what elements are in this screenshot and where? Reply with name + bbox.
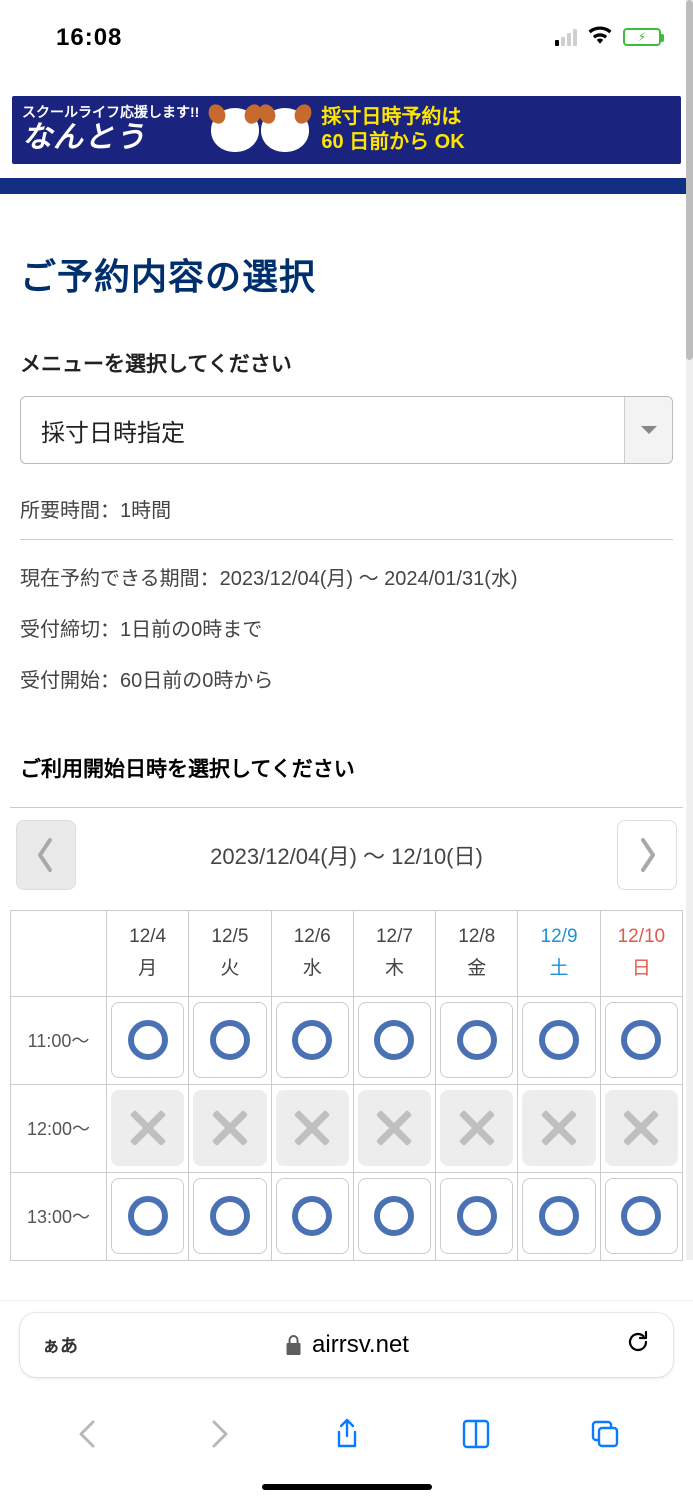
slot-full xyxy=(605,1090,678,1166)
banner-brand: なんとう xyxy=(22,122,199,154)
slot-available[interactable] xyxy=(440,1178,513,1254)
page-scrollbar[interactable] xyxy=(686,0,693,1260)
status-time: 16:08 xyxy=(56,24,122,52)
banner-mascot xyxy=(211,108,309,152)
cross-icon xyxy=(623,1110,659,1146)
status-icons: ⚡︎ xyxy=(555,24,661,49)
circle-icon xyxy=(210,1196,250,1236)
slot-full xyxy=(193,1090,266,1166)
day-header: 12/10日 xyxy=(600,911,682,997)
menu-prompt: メニューを選択してください xyxy=(20,348,673,378)
slot-full xyxy=(111,1090,184,1166)
lock-icon xyxy=(284,1334,302,1356)
next-week-button[interactable] xyxy=(617,820,677,890)
slot-full xyxy=(440,1090,513,1166)
slot-available[interactable] xyxy=(605,1002,678,1078)
dropdown-value: 採寸日時指定 xyxy=(41,413,185,448)
circle-icon xyxy=(621,1020,661,1060)
slot-available[interactable] xyxy=(111,1178,184,1254)
slot-available[interactable] xyxy=(111,1002,184,1078)
day-header: 12/7木 xyxy=(353,911,435,997)
url-field[interactable]: ぁあ airrsv.net xyxy=(20,1313,673,1377)
slot-full xyxy=(276,1090,349,1166)
circle-icon xyxy=(292,1020,332,1060)
back-button[interactable] xyxy=(65,1410,113,1458)
day-header: 12/9土 xyxy=(518,911,600,997)
forward-button[interactable] xyxy=(194,1410,242,1458)
circle-icon xyxy=(128,1020,168,1060)
day-header: 12/4月 xyxy=(107,911,189,997)
page-title: ご予約内容の選択 xyxy=(20,248,673,300)
slot-available[interactable] xyxy=(276,1178,349,1254)
circle-icon xyxy=(292,1196,332,1236)
prev-week-button[interactable] xyxy=(16,820,76,890)
share-button[interactable] xyxy=(323,1410,371,1458)
time-label: 11:00〜 xyxy=(11,996,107,1084)
text-size-button[interactable]: ぁあ xyxy=(42,1332,78,1358)
circle-icon xyxy=(539,1020,579,1060)
info-deadline: 受付締切：1日前の0時まで xyxy=(20,613,673,642)
ios-status-bar: 16:08 ⚡︎ xyxy=(0,0,693,78)
circle-icon xyxy=(539,1196,579,1236)
day-header: 12/5火 xyxy=(189,911,271,997)
week-navigation: 2023/12/04(月) 〜 12/10(日) xyxy=(10,807,683,910)
cross-icon xyxy=(541,1110,577,1146)
availability-table: 12/4月12/5火12/6水12/7木12/8金12/9土12/10日 11:… xyxy=(10,910,683,1261)
cross-icon xyxy=(376,1110,412,1146)
cross-icon xyxy=(130,1110,166,1146)
battery-icon: ⚡︎ xyxy=(623,28,661,46)
safari-url-bar: ぁあ airrsv.net xyxy=(0,1300,693,1388)
circle-icon xyxy=(457,1196,497,1236)
circle-icon xyxy=(210,1020,250,1060)
tabs-button[interactable] xyxy=(581,1410,629,1458)
day-header: 12/6水 xyxy=(271,911,353,997)
info-start: 受付開始：60日前の0時から xyxy=(20,664,673,693)
slot-full xyxy=(358,1090,431,1166)
week-range: 2023/12/04(月) 〜 12/10(日) xyxy=(210,839,483,871)
day-header: 12/8金 xyxy=(436,911,518,997)
circle-icon xyxy=(128,1196,168,1236)
cross-icon xyxy=(212,1110,248,1146)
divider-strip xyxy=(0,178,693,194)
time-label: 13:00〜 xyxy=(11,1172,107,1260)
home-indicator[interactable] xyxy=(262,1484,432,1490)
slot-available[interactable] xyxy=(440,1002,513,1078)
promo-banner[interactable]: スクールライフ応援します!! なんとう 採寸日時予約は 60 日前から OK xyxy=(12,96,681,164)
slot-full xyxy=(522,1090,595,1166)
banner-promo-line: 60 日前から OK xyxy=(321,130,671,155)
info-duration: 所要時間：1時間 xyxy=(20,494,673,540)
slot-available[interactable] xyxy=(193,1178,266,1254)
bookmarks-button[interactable] xyxy=(452,1410,500,1458)
slot-available[interactable] xyxy=(193,1002,266,1078)
slot-available[interactable] xyxy=(358,1178,431,1254)
date-prompt: ご利用開始日時を選択してください xyxy=(20,753,673,783)
time-label: 12:00〜 xyxy=(11,1084,107,1172)
chevron-down-icon xyxy=(624,397,672,463)
circle-icon xyxy=(374,1196,414,1236)
safari-toolbar xyxy=(0,1388,693,1500)
menu-dropdown[interactable]: 採寸日時指定 xyxy=(20,396,673,464)
slot-available[interactable] xyxy=(522,1002,595,1078)
banner-tagline: スクールライフ応援します!! xyxy=(22,105,199,120)
circle-icon xyxy=(457,1020,497,1060)
page-url: airrsv.net xyxy=(284,1331,409,1359)
slot-available[interactable] xyxy=(522,1178,595,1254)
slot-available[interactable] xyxy=(605,1178,678,1254)
circle-icon xyxy=(374,1020,414,1060)
wifi-icon xyxy=(587,24,613,49)
slot-available[interactable] xyxy=(276,1002,349,1078)
cross-icon xyxy=(294,1110,330,1146)
slot-available[interactable] xyxy=(358,1002,431,1078)
signal-icon xyxy=(555,28,577,46)
circle-icon xyxy=(621,1196,661,1236)
reload-button[interactable] xyxy=(625,1329,651,1362)
cross-icon xyxy=(459,1110,495,1146)
info-period: 現在予約できる期間：2023/12/04(月) 〜 2024/01/31(水) xyxy=(20,562,673,591)
banner-promo-line: 採寸日時予約は xyxy=(321,105,671,130)
